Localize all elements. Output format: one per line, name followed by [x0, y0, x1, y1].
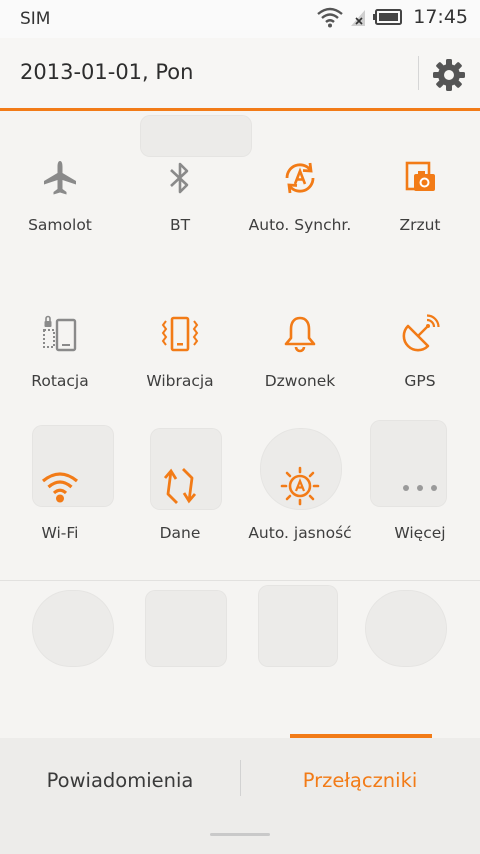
toggle-label: Więcej [394, 524, 446, 542]
clock: 17:45 [413, 6, 468, 28]
date-label: 2013-01-01, Pon [20, 60, 194, 84]
bell-icon [284, 316, 316, 353]
toggle-label: Rotacja [31, 372, 89, 390]
toggle-wifi[interactable]: Wi-Fi [0, 466, 120, 576]
toggle-data[interactable]: Dane [120, 466, 240, 576]
toggle-more[interactable]: Więcej [360, 466, 480, 576]
drag-handle[interactable] [210, 833, 270, 836]
gear-icon [433, 59, 465, 91]
shade-header: 2013-01-01, Pon [0, 38, 480, 111]
toggle-label: Samolot [28, 216, 92, 234]
bluetooth-icon [170, 162, 189, 194]
toggle-vibration[interactable]: Wibracja [120, 314, 240, 424]
toggle-ringer[interactable]: Dzwonek [240, 314, 360, 424]
settings-button[interactable] [430, 56, 468, 94]
toggle-bluetooth[interactable]: BT [120, 158, 240, 268]
sync-icon [285, 162, 315, 194]
toggle-screenshot[interactable]: Zrzut [360, 158, 480, 268]
tab-notifications[interactable]: Powiadomienia [0, 738, 240, 822]
toggle-auto-brightness[interactable]: Auto. jasność [240, 466, 360, 576]
airplane-icon [44, 161, 76, 195]
toggle-auto-sync[interactable]: Auto. Synchr. [240, 158, 360, 268]
wifi-icon [41, 472, 79, 503]
vibrate-icon [161, 316, 199, 352]
toggle-gps[interactable]: GPS [360, 314, 480, 424]
battery-icon [373, 9, 403, 25]
toggle-label: BT [169, 216, 191, 234]
toggle-label: Dane [159, 524, 201, 542]
header-divider [418, 56, 419, 90]
data-icon [163, 468, 197, 504]
wifi-status-icon [317, 7, 344, 28]
toggle-airplane[interactable]: Samolot [0, 158, 120, 268]
toggle-label: GPS [404, 372, 436, 390]
gps-icon [402, 314, 440, 352]
toggle-label: Wibracja [146, 372, 214, 390]
toggle-rotation[interactable]: Rotacja [0, 314, 120, 424]
screenshot-icon [405, 161, 435, 191]
grid-divider [0, 580, 480, 581]
toggle-label: Auto. Synchr. [248, 216, 352, 234]
more-icon [403, 485, 437, 491]
status-bar: SIM 17:45 [0, 0, 480, 38]
toggle-label: Dzwonek [264, 372, 336, 390]
toggle-label: Zrzut [399, 216, 441, 234]
carrier-label: SIM [20, 9, 51, 29]
auto-brightness-icon [280, 466, 320, 506]
toggle-label: Wi-Fi [41, 524, 79, 542]
tab-toggles[interactable]: Przełączniki [240, 738, 480, 822]
no-signal-icon [351, 10, 366, 26]
bottom-tab-bar: Powiadomienia Przełączniki [0, 734, 480, 854]
toggle-label: Auto. jasność [248, 524, 352, 542]
rotation-lock-icon [43, 315, 77, 352]
background-launcher [0, 0, 480, 854]
